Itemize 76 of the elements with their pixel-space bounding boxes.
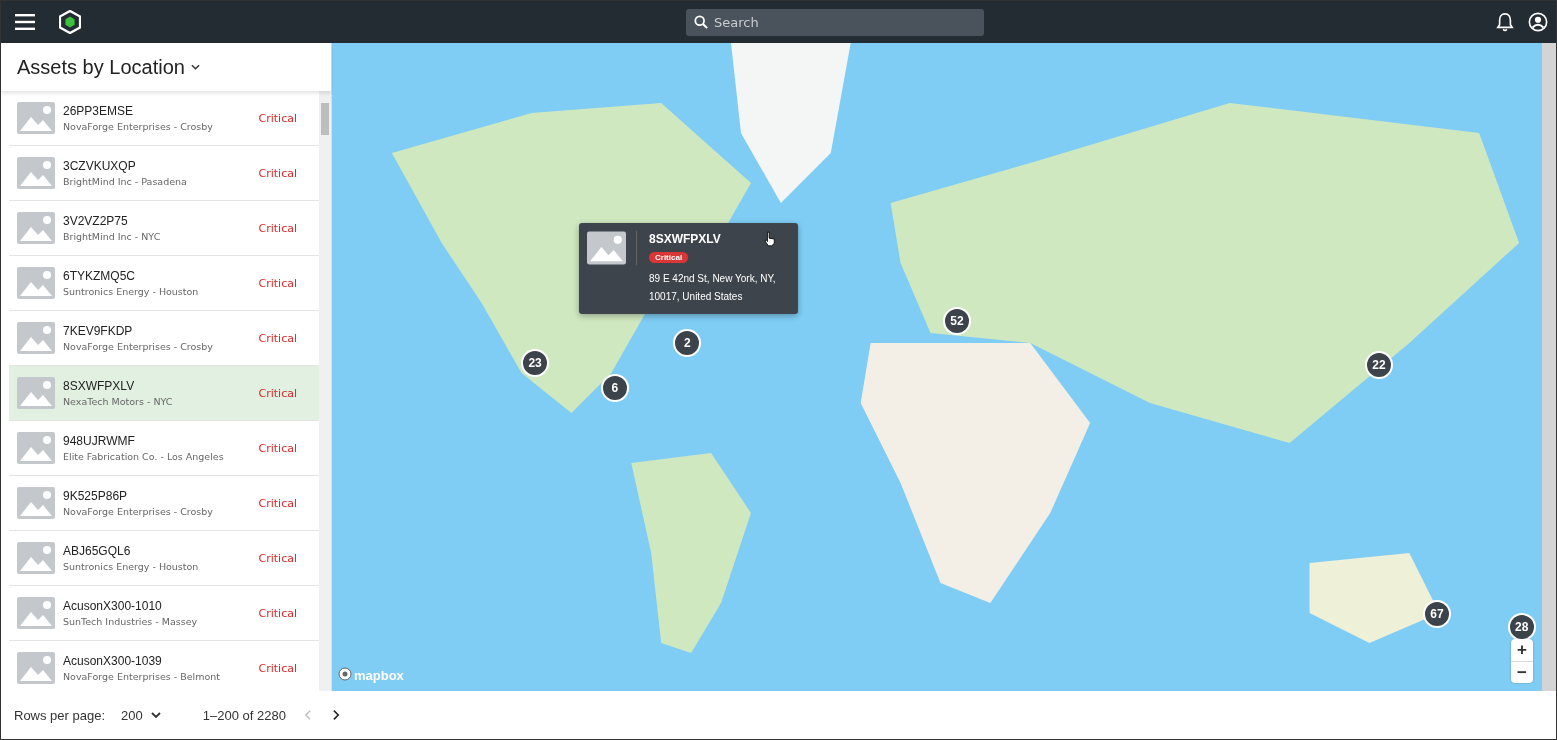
account-icon[interactable]	[1526, 10, 1550, 34]
status-label: Critical	[258, 551, 297, 565]
asset-location: NexaTech Motors - NYC	[63, 396, 174, 407]
asset-name: 3CZVKUXQP	[63, 159, 137, 173]
hexagon-logo-icon	[59, 10, 81, 34]
asset-location: SunTech Industries - Massey	[63, 616, 199, 627]
caret-icon	[150, 712, 161, 718]
scrollbar[interactable]	[319, 91, 331, 691]
asset-list-item[interactable]: ABJ65GQL6 Suntronics Energy - Houston Critical	[9, 531, 319, 586]
asset-location: Suntronics Energy - Houston	[63, 561, 200, 572]
status-label: Critical	[258, 441, 297, 455]
asset-name: ABJ65GQL6	[63, 544, 132, 558]
map-area[interactable]: 23 6 2 52 22 67 28 8SXWFPXLV Critical 89 E 42nd St, New York, NY, 10017, United States mapbox + −	[332, 43, 1541, 691]
hand-cursor-icon	[764, 231, 776, 247]
asset-name: 7KEV9FKDP	[63, 324, 134, 338]
status-label: Critical	[258, 496, 297, 510]
zoom-in-button[interactable]: +	[1511, 639, 1533, 661]
panel-title-dropdown[interactable]: Assets by Location	[15, 53, 202, 81]
image-placeholder-icon	[17, 322, 55, 354]
chevron-right-icon	[332, 709, 340, 721]
asset-list-item[interactable]: 26PP3EMSE NovaForge Enterprises - Crosby Critical	[9, 91, 319, 146]
asset-location: Suntronics Energy - Houston	[63, 286, 200, 297]
rows-per-page-dropdown[interactable]: 200	[119, 705, 163, 725]
asset-name: AcusonX300-1039	[63, 654, 163, 668]
asset-list-item[interactable]: 948UJRWMF Elite Fabrication Co. - Los Angeles Critical	[9, 421, 319, 476]
asset-address: 89 E 42nd St, New York, NY, 10017, United States	[649, 272, 777, 304]
status-label: Critical	[258, 661, 297, 675]
image-placeholder-icon	[587, 231, 637, 265]
asset-location: NovaForge Enterprises - Belmont	[63, 671, 222, 682]
menu-icon[interactable]	[13, 12, 37, 32]
asset-name: 3V2VZ2P75	[63, 214, 129, 228]
status-label: Critical	[258, 386, 297, 400]
asset-name: 26PP3EMSE	[63, 104, 135, 118]
asset-location: NovaForge Enterprises - Crosby	[63, 121, 214, 132]
asset-list-item[interactable]: 9K525P86P NovaForge Enterprises - Crosby Critical	[9, 476, 319, 531]
image-placeholder-icon	[17, 157, 55, 189]
asset-name: 948UJRWMF	[63, 434, 136, 448]
status-badge: Critical	[649, 252, 689, 263]
status-label: Critical	[258, 606, 297, 620]
asset-name: 8SXWFPXLV	[649, 232, 721, 246]
asset-location: Elite Fabrication Co. - Los Angeles	[63, 451, 225, 462]
image-placeholder-icon	[17, 542, 55, 574]
asset-list-item[interactable]: 8SXWFPXLV NexaTech Motors - NYC Critical	[9, 366, 319, 421]
asset-name: 9K525P86P	[63, 489, 129, 503]
status-label: Critical	[258, 111, 297, 125]
status-label: Critical	[258, 276, 297, 290]
asset-name: 6TYKZMQ5C	[63, 269, 136, 283]
asset-location: NovaForge Enterprises - Crosby	[63, 506, 214, 517]
caret-icon	[190, 64, 200, 70]
image-placeholder-icon	[17, 377, 55, 409]
asset-name: 8SXWFPXLV	[63, 379, 136, 393]
image-placeholder-icon	[17, 487, 55, 519]
image-placeholder-icon	[17, 102, 55, 134]
chevron-left-icon	[303, 709, 311, 721]
asset-location: BrightMind Inc - Pasadena	[63, 176, 188, 187]
status-label: Critical	[258, 166, 297, 180]
status-label: Critical	[258, 221, 297, 235]
asset-name: AcusonX300-1010	[63, 599, 163, 613]
zoom-out-button[interactable]: −	[1511, 661, 1533, 683]
image-placeholder-icon	[17, 267, 55, 299]
image-placeholder-icon	[17, 597, 55, 629]
image-placeholder-icon	[17, 432, 55, 464]
rows-per-page-label: Rows per page:	[14, 707, 106, 723]
image-placeholder-icon	[17, 212, 55, 244]
asset-list-item[interactable]: 3V2VZ2P75 BrightMind Inc - NYC Critical	[9, 201, 319, 256]
search-field[interactable]: Search	[686, 9, 984, 36]
image-placeholder-icon	[17, 652, 55, 684]
asset-list-item[interactable]: AcusonX300-1010 SunTech Industries - Massey Critical	[9, 586, 319, 641]
asset-location: BrightMind Inc - NYC	[63, 231, 162, 242]
asset-list-item[interactable]: 3CZVKUXQP BrightMind Inc - Pasadena Critical	[9, 146, 319, 201]
asset-list-item[interactable]: 6TYKZMQ5C Suntronics Energy - Houston Critical	[9, 256, 319, 311]
notification-bell-icon[interactable]	[1494, 10, 1516, 34]
status-label: Critical	[258, 331, 297, 345]
asset-location: NovaForge Enterprises - Crosby	[63, 341, 214, 352]
page-range: 1–200 of 2280	[202, 707, 286, 723]
scrollbar[interactable]	[1541, 43, 1556, 691]
